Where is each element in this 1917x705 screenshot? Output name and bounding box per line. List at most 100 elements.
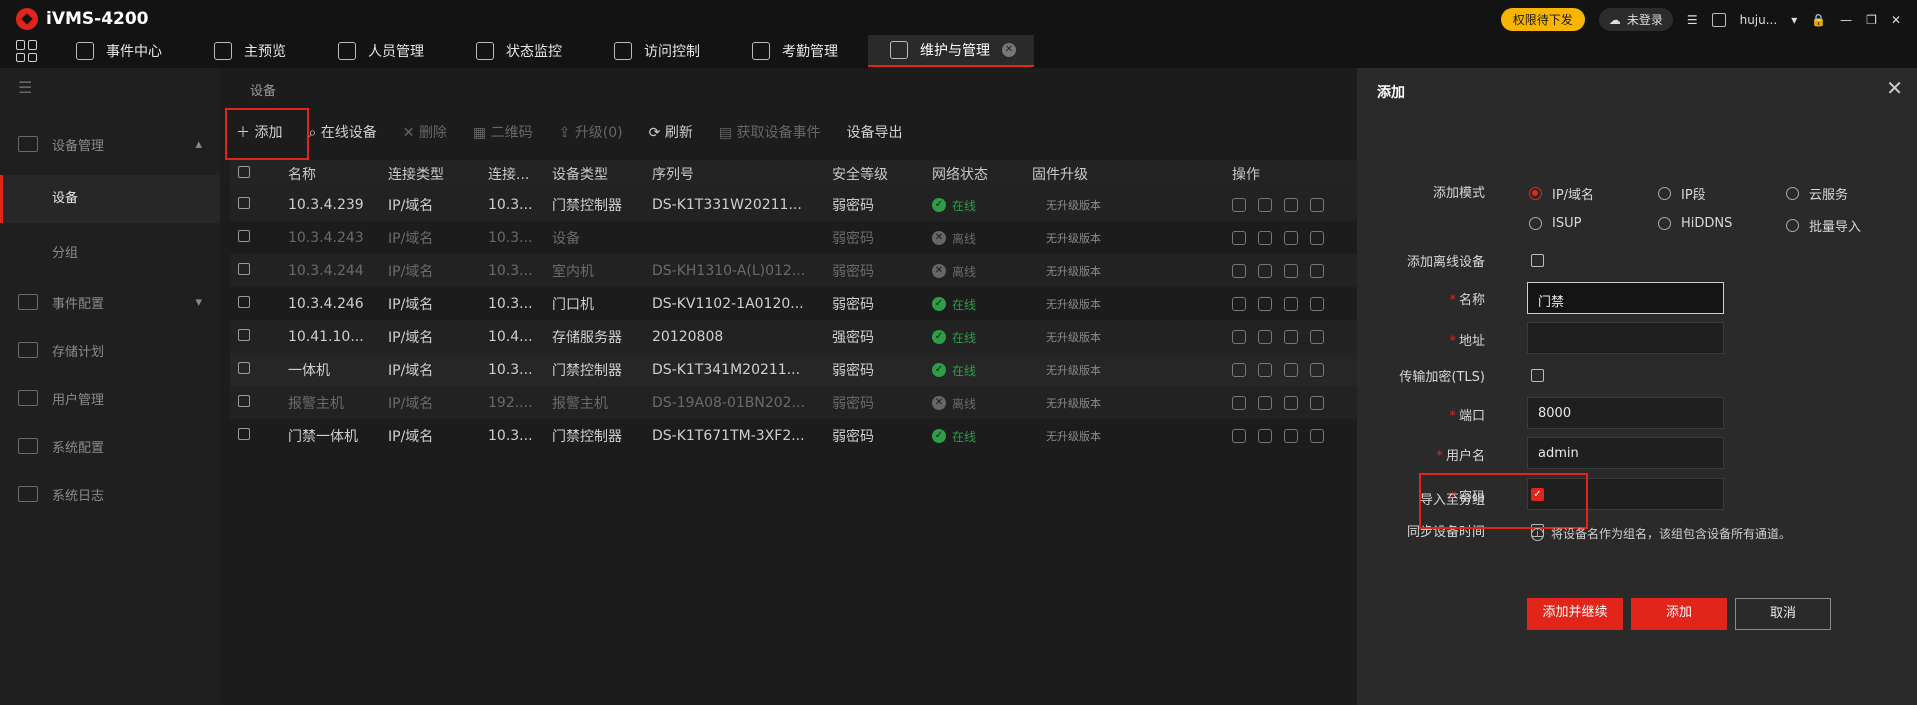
mode-isup[interactable]: ISUP bbox=[1529, 216, 1581, 231]
remote-config-icon[interactable] bbox=[1284, 197, 1298, 212]
remote-config-icon[interactable] bbox=[1284, 428, 1298, 443]
offline-device-checkbox[interactable] bbox=[1531, 254, 1544, 267]
row-checkbox[interactable] bbox=[238, 295, 250, 308]
user-icon[interactable] bbox=[1310, 197, 1324, 212]
table-row[interactable]: 门禁一体机 IP/域名 10.3... 门禁控制器 DS-K1T671TM-3XF2..… bbox=[230, 419, 1357, 452]
table-row[interactable]: 10.3.4.246 IP/域名 10.3... 门口机 DS-KV1102-1A012… bbox=[230, 287, 1357, 320]
edit-icon[interactable] bbox=[1232, 362, 1246, 377]
col-device-type[interactable]: 设备类型 bbox=[544, 160, 644, 188]
remote-config-icon[interactable] bbox=[1284, 296, 1298, 311]
gear-icon[interactable] bbox=[1258, 428, 1272, 443]
edit-icon[interactable] bbox=[1232, 428, 1246, 443]
gear-icon[interactable] bbox=[1258, 197, 1272, 212]
table-row[interactable]: 10.3.4.244 IP/域名 10.3... 室内机 DS-KH1310-A(L)0… bbox=[230, 254, 1357, 287]
edit-icon[interactable] bbox=[1232, 230, 1246, 245]
row-checkbox[interactable] bbox=[238, 328, 250, 341]
gear-icon[interactable] bbox=[1258, 395, 1272, 410]
user-icon[interactable] bbox=[1310, 230, 1324, 245]
gear-icon[interactable] bbox=[1258, 263, 1272, 278]
list-icon[interactable]: ☰ bbox=[1687, 13, 1698, 27]
gear-icon[interactable] bbox=[1258, 329, 1272, 344]
tab-attendance[interactable]: 考勤管理 bbox=[730, 35, 856, 67]
cloud-login[interactable]: ☁ 未登录 bbox=[1598, 8, 1673, 31]
sidebar-item-group[interactable]: 分组 bbox=[0, 230, 220, 278]
username-field[interactable]: admin bbox=[1527, 437, 1724, 469]
table-row[interactable]: 10.3.4.243 IP/域名 10.3... 设备 弱密码 ✕ 离线 无升级版本 bbox=[230, 221, 1357, 254]
sidebar-item-user-management[interactable]: 用户管理 bbox=[0, 374, 220, 422]
permission-badge[interactable]: 权限待下发 bbox=[1500, 8, 1585, 31]
refresh-button[interactable]: ⟳ 刷新 bbox=[649, 122, 693, 142]
sidebar-item-storage-plan[interactable]: 存储计划 bbox=[0, 326, 220, 374]
col-serial[interactable]: 序列号 bbox=[644, 160, 824, 188]
remote-config-icon[interactable] bbox=[1284, 263, 1298, 278]
table-row[interactable]: 10.41.10... IP/域名 10.4... 存储服务器 20120808 强密码 ✓… bbox=[230, 320, 1357, 353]
address-field[interactable] bbox=[1527, 322, 1724, 354]
add-continue-button[interactable]: 添加并继续 bbox=[1527, 598, 1623, 630]
cancel-button[interactable]: 取消 bbox=[1735, 598, 1831, 630]
edit-icon[interactable] bbox=[1232, 296, 1246, 311]
col-security[interactable]: 安全等级 bbox=[824, 160, 924, 188]
mode-ip-domain[interactable]: IP/域名 bbox=[1529, 184, 1594, 203]
name-field[interactable]: 门禁 bbox=[1527, 282, 1724, 314]
sidebar-item-device-management[interactable]: 设备管理 ▴ bbox=[0, 120, 220, 168]
edit-icon[interactable] bbox=[1232, 263, 1246, 278]
user-icon[interactable] bbox=[1310, 428, 1324, 443]
edit-icon[interactable] bbox=[1232, 395, 1246, 410]
mode-ip-segment[interactable]: IP段 bbox=[1658, 184, 1706, 203]
sidebar-item-system-log[interactable]: 系统日志 bbox=[0, 470, 220, 518]
table-row[interactable]: 10.3.4.239 IP/域名 10.3... 门禁控制器 DS-K1T331W202… bbox=[230, 188, 1357, 221]
qrcode-button[interactable]: ▦ 二维码 bbox=[473, 122, 533, 142]
row-checkbox[interactable] bbox=[238, 262, 250, 275]
gear-icon[interactable] bbox=[1258, 296, 1272, 311]
gear-icon[interactable] bbox=[1258, 362, 1272, 377]
sidebar-item-event-config[interactable]: 事件配置 ▾ bbox=[0, 278, 220, 326]
collapse-menu-icon[interactable]: ☰ bbox=[18, 78, 32, 97]
close-panel-icon[interactable]: ✕ bbox=[1886, 76, 1903, 100]
lock-icon[interactable]: 🔒 bbox=[1811, 13, 1826, 27]
remote-config-icon[interactable] bbox=[1284, 230, 1298, 245]
user-menu[interactable]: huju... bbox=[1740, 13, 1778, 27]
table-row[interactable]: 一体机 IP/域名 10.3... 门禁控制器 DS-K1T341M20211... 弱密… bbox=[230, 353, 1357, 386]
col-address[interactable]: 连接... bbox=[480, 160, 544, 188]
remote-config-icon[interactable] bbox=[1284, 395, 1298, 410]
tab-access-control[interactable]: 访问控制 bbox=[592, 35, 718, 67]
tls-checkbox[interactable] bbox=[1531, 369, 1544, 382]
edit-icon[interactable] bbox=[1232, 329, 1246, 344]
mode-cloud[interactable]: 云服务 bbox=[1786, 184, 1848, 203]
delete-button[interactable]: ✕ 删除 bbox=[403, 122, 447, 142]
tab-event-center[interactable]: 事件中心 bbox=[54, 35, 180, 67]
col-network[interactable]: 网络状态 bbox=[924, 160, 1024, 188]
app-grid-icon[interactable] bbox=[16, 40, 38, 62]
user-icon[interactable] bbox=[1310, 362, 1324, 377]
restore-icon[interactable]: ❐ bbox=[1866, 13, 1877, 27]
col-conn-type[interactable]: 连接类型 bbox=[380, 160, 480, 188]
sidebar-item-device[interactable]: 设备 bbox=[0, 175, 220, 223]
col-firmware[interactable]: 固件升级 bbox=[1024, 160, 1224, 188]
export-button[interactable]: 设备导出 bbox=[847, 122, 903, 142]
select-all-checkbox[interactable] bbox=[238, 166, 250, 178]
minimize-icon[interactable]: — bbox=[1840, 13, 1852, 27]
add-device-button[interactable]: ＋ 添加 bbox=[236, 122, 282, 142]
image-icon[interactable] bbox=[1711, 12, 1726, 27]
user-icon[interactable] bbox=[1310, 263, 1324, 278]
col-name[interactable]: 名称 bbox=[280, 160, 380, 188]
upgrade-button[interactable]: ⇪ 升级(0) bbox=[559, 122, 623, 142]
sidebar-item-system-config[interactable]: 系统配置 bbox=[0, 422, 220, 470]
remote-config-icon[interactable] bbox=[1284, 329, 1298, 344]
online-devices-button[interactable]: ⌕ 在线设备 bbox=[308, 122, 376, 142]
user-icon[interactable] bbox=[1310, 395, 1324, 410]
edit-icon[interactable] bbox=[1232, 197, 1246, 212]
row-checkbox[interactable] bbox=[238, 361, 250, 374]
add-button[interactable]: 添加 bbox=[1631, 598, 1727, 630]
gear-icon[interactable] bbox=[1258, 230, 1272, 245]
mode-batch-import[interactable]: 批量导入 bbox=[1786, 216, 1861, 235]
port-field[interactable]: 8000 bbox=[1527, 397, 1724, 429]
row-checkbox[interactable] bbox=[238, 229, 250, 242]
tab-status-monitor[interactable]: 状态监控 bbox=[454, 35, 580, 67]
user-icon[interactable] bbox=[1310, 296, 1324, 311]
close-window-icon[interactable]: ✕ bbox=[1891, 13, 1901, 27]
table-row[interactable]: 报警主机 IP/域名 192.... 报警主机 DS-19A08-01BN202... 弱… bbox=[230, 386, 1357, 419]
tab-main-preview[interactable]: 主预览 bbox=[192, 35, 304, 67]
chevron-down-icon[interactable]: ▾ bbox=[1791, 13, 1797, 27]
import-group-checkbox[interactable]: ✓ bbox=[1531, 488, 1544, 501]
